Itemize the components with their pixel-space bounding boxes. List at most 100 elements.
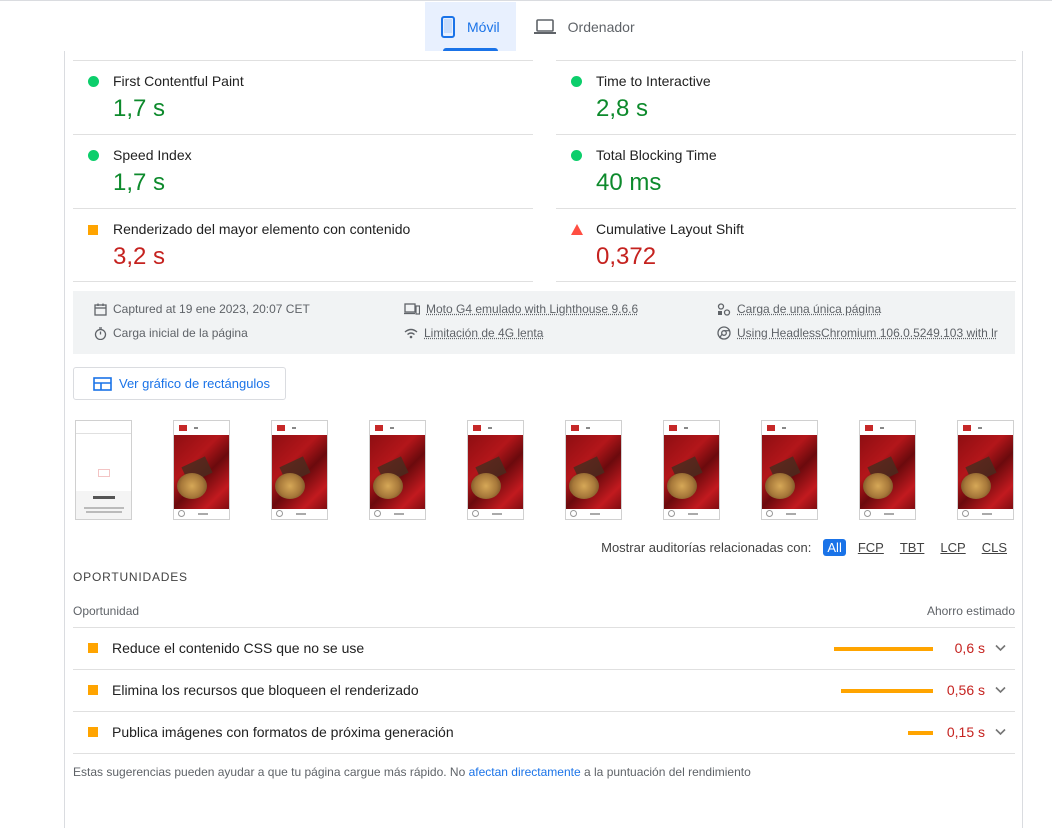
- session-text: Carga de una única página: [737, 302, 882, 316]
- captured-text: Captured at 19 ene 2023, 20:07 CET: [113, 302, 310, 316]
- footnote-link[interactable]: afectan directamente: [469, 765, 581, 779]
- pass-indicator-icon: [88, 76, 99, 87]
- footnote-text: Estas sugerencias pueden ayudar a que tu…: [73, 765, 469, 779]
- throttling-text: Limitación de 4G lenta: [424, 326, 544, 340]
- fail-indicator-icon: [571, 224, 583, 235]
- calendar-icon: [94, 303, 107, 316]
- filter-label: Mostrar auditorías relacionadas con:: [601, 540, 812, 555]
- tab-desktop[interactable]: Ordenador: [516, 2, 651, 51]
- tab-mobile[interactable]: Móvil: [425, 2, 516, 51]
- metric-lcp: Renderizado del mayor elemento con conte…: [73, 208, 533, 282]
- chrome-icon: [717, 326, 731, 340]
- pass-indicator-icon: [571, 76, 582, 87]
- filmstrip-frame: [761, 420, 818, 520]
- filter-chip-fcp[interactable]: FCP: [854, 539, 888, 556]
- filter-chip-cls[interactable]: CLS: [978, 539, 1011, 556]
- metric-value: 40 ms: [596, 169, 662, 196]
- average-indicator-icon: [88, 685, 98, 695]
- savings-column-header: Ahorro estimado: [926, 604, 1015, 618]
- filter-chip-all[interactable]: All: [823, 539, 846, 556]
- pass-indicator-icon: [571, 150, 582, 161]
- device-tabs: Móvil Ordenador: [425, 2, 651, 51]
- device-text: Moto G4 emulado with Lighthouse 9.6.6: [426, 302, 639, 316]
- savings-bar: [834, 647, 933, 651]
- opportunity-row[interactable]: Elimina los recursos que bloqueen el ren…: [73, 669, 1015, 711]
- metric-speed-index: Speed Index 1,7 s: [73, 134, 533, 208]
- opportunities-title: OPORTUNIDADES: [73, 570, 188, 584]
- metric-label: Renderizado del mayor elemento con conte…: [113, 221, 411, 237]
- content-frame-right: [1022, 51, 1023, 828]
- metric-value: 0,372: [596, 243, 657, 270]
- view-treemap-button[interactable]: Ver gráfico de rectángulos: [73, 367, 286, 400]
- metric-label: First Contentful Paint: [113, 73, 244, 89]
- runtime-load: Carga inicial de la página: [94, 326, 248, 340]
- pass-indicator-icon: [88, 150, 99, 161]
- savings-value: 0,15 s: [946, 724, 985, 740]
- opportunity-row[interactable]: Reduce el contenido CSS que no se use 0,…: [73, 627, 1015, 669]
- filmstrip-frame: [565, 420, 622, 520]
- browser-text: Using HeadlessChromium 106.0.5249.103 wi…: [737, 326, 998, 340]
- savings-value: 0,6 s: [954, 640, 985, 656]
- filter-chip-lcp[interactable]: LCP: [936, 539, 969, 556]
- metric-value: 3,2 s: [113, 243, 166, 270]
- opportunity-row[interactable]: Publica imágenes con formatos de próxima…: [73, 711, 1015, 753]
- metric-value: 2,8 s: [596, 95, 649, 122]
- opportunity-title: Reduce el contenido CSS que no se use: [112, 640, 365, 656]
- metric-value: 1,7 s: [113, 95, 166, 122]
- average-indicator-icon: [88, 225, 98, 235]
- chevron-down-icon[interactable]: [995, 644, 1006, 652]
- footnote-text-end: a la puntuación del rendimiento: [580, 765, 751, 779]
- savings-value: 0,56 s: [946, 682, 985, 698]
- opportunity-title: Elimina los recursos que bloqueen el ren…: [112, 682, 419, 698]
- metric-cls: Cumulative Layout Shift 0,372: [556, 208, 1016, 282]
- filter-chip-tbt[interactable]: TBT: [896, 539, 929, 556]
- top-divider: [0, 0, 1052, 1]
- filmstrip-frame: [271, 420, 328, 520]
- runtime-settings: Captured at 19 ene 2023, 20:07 CET Carga…: [73, 291, 1015, 354]
- metric-label: Cumulative Layout Shift: [596, 221, 744, 237]
- tab-desktop-label: Ordenador: [567, 18, 635, 35]
- audit-filter: Mostrar auditorías relacionadas con: All…: [601, 539, 1011, 556]
- filmstrip-frame: [369, 420, 426, 520]
- runtime-captured: Captured at 19 ene 2023, 20:07 CET: [94, 302, 310, 316]
- treemap-label: Ver gráfico de rectángulos: [119, 376, 271, 391]
- runtime-session[interactable]: Carga de una única página: [717, 302, 881, 316]
- metric-label: Speed Index: [113, 147, 192, 163]
- metric-fcp: First Contentful Paint 1,7 s: [73, 60, 533, 134]
- runtime-browser[interactable]: Using HeadlessChromium 106.0.5249.103 wi…: [717, 326, 998, 340]
- savings-bar: [908, 731, 933, 735]
- content-frame-left: [64, 51, 65, 828]
- opportunities-footnote: Estas sugerencias pueden ayudar a que tu…: [73, 765, 751, 779]
- metric-tti: Time to Interactive 2,8 s: [556, 60, 1016, 134]
- divider: [556, 281, 1016, 282]
- metric-value: 1,7 s: [113, 169, 166, 196]
- chevron-down-icon[interactable]: [995, 728, 1006, 736]
- filmstrip-frame: [75, 420, 132, 520]
- wifi-icon: [404, 328, 418, 338]
- metric-label: Time to Interactive: [596, 73, 711, 89]
- session-icon: [717, 302, 731, 316]
- divider: [73, 753, 1015, 754]
- filmstrip-frame: [859, 420, 916, 520]
- stopwatch-icon: [94, 326, 107, 340]
- filmstrip-frame: [663, 420, 720, 520]
- tab-mobile-label: Móvil: [467, 18, 500, 35]
- divider: [73, 281, 533, 282]
- filmstrip-frame: [957, 420, 1014, 520]
- chevron-down-icon[interactable]: [995, 686, 1006, 694]
- runtime-device[interactable]: Moto G4 emulado with Lighthouse 9.6.6: [404, 302, 638, 316]
- savings-bar: [841, 689, 933, 693]
- runtime-throttling[interactable]: Limitación de 4G lenta: [404, 326, 543, 340]
- smartphone-icon: [441, 15, 455, 38]
- treemap-icon: [93, 376, 112, 391]
- devices-icon: [404, 303, 420, 315]
- average-indicator-icon: [88, 727, 98, 737]
- average-indicator-icon: [88, 643, 98, 653]
- metric-label: Total Blocking Time: [596, 147, 717, 163]
- laptop-icon: [533, 18, 556, 34]
- opportunity-title: Publica imágenes con formatos de próxima…: [112, 724, 454, 740]
- metric-tbt: Total Blocking Time 40 ms: [556, 134, 1016, 208]
- opportunity-column-header: Oportunidad: [73, 604, 140, 618]
- load-text: Carga inicial de la página: [113, 326, 248, 340]
- filmstrip-frame: [467, 420, 524, 520]
